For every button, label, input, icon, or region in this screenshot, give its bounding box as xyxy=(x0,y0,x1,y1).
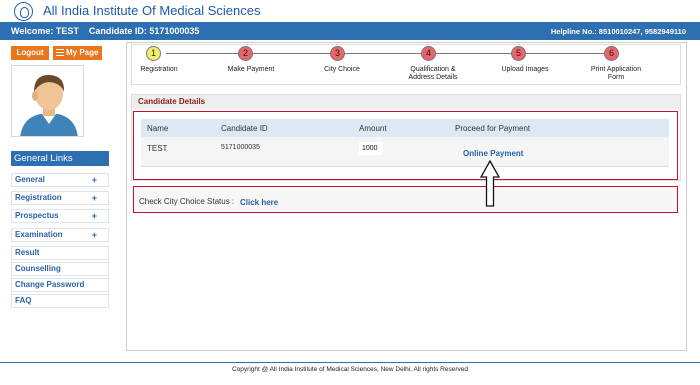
up-arrow-icon xyxy=(480,160,500,207)
step-3-circle: 3 xyxy=(330,46,345,61)
step-6-circle: 6 xyxy=(604,46,619,61)
sidebar-item-result[interactable]: Result xyxy=(11,246,109,260)
column-header-amount: Amount xyxy=(359,124,387,133)
city-choice-status-label: Check City Choice Status : xyxy=(139,197,235,206)
step-4-circle: 4 xyxy=(421,46,436,61)
sidebar-item-label: Examination xyxy=(15,230,63,239)
online-payment-link[interactable]: Online Payment xyxy=(463,149,523,158)
step-2-circle: 2 xyxy=(238,46,253,61)
aiims-logo-icon xyxy=(14,2,33,21)
sidebar-item-label: Counselling xyxy=(15,264,61,273)
sidebar-item-change-password[interactable]: Change Password xyxy=(11,278,109,292)
my-page-label: My Page xyxy=(66,48,99,57)
step-5-label: Upload Images xyxy=(501,66,549,73)
site-header: All India Institute Of Medical Sciences xyxy=(0,0,700,22)
step-4-label: Qualification & Address Details xyxy=(408,66,458,81)
candidate-id-value: 5171000035 xyxy=(221,144,260,151)
step-6-label: Print Application Form xyxy=(590,66,642,81)
step-5-circle: 5 xyxy=(511,46,526,61)
sidebar-item-faq[interactable]: FAQ xyxy=(11,294,109,308)
sidebar-item-registration[interactable]: Registration + xyxy=(11,191,109,205)
sidebar-item-label: Registration xyxy=(15,193,62,202)
sidebar-item-label: General xyxy=(15,175,45,184)
welcome-text: Welcome: TEST Candidate ID: 5171000035 xyxy=(11,26,200,36)
welcome-bar: Welcome: TEST Candidate ID: 5171000035 H… xyxy=(0,22,700,40)
step-1-circle: 1 xyxy=(146,46,161,61)
column-header-candidate-id: Candidate ID xyxy=(221,124,268,133)
plus-icon[interactable]: + xyxy=(92,174,97,186)
user-avatar-icon xyxy=(12,66,83,136)
plus-icon[interactable]: + xyxy=(92,210,97,222)
step-3-label: City Choice xyxy=(324,66,360,73)
sidebar-item-counselling[interactable]: Counselling xyxy=(11,262,109,276)
sidebar-item-general[interactable]: General + xyxy=(11,173,109,187)
table-row: TEST 5171000035 xyxy=(141,137,669,167)
sidebar-item-label: Prospectus xyxy=(15,211,59,220)
candidate-details-title: Candidate Details xyxy=(132,95,680,109)
candidate-name: TEST xyxy=(147,144,168,153)
general-links-header: General Links xyxy=(11,151,109,166)
site-title: All India Institute Of Medical Sciences xyxy=(43,3,261,18)
step-1-label: Registration xyxy=(140,66,178,73)
menu-lines-icon xyxy=(56,49,64,56)
step-2-label: Make Payment xyxy=(227,66,275,73)
sidebar-item-label: Result xyxy=(15,248,40,257)
sidebar-item-examination[interactable]: Examination + xyxy=(11,228,109,242)
plus-icon[interactable]: + xyxy=(92,229,97,241)
helpline-text: Helpline No.: 8510010247, 9582949110 xyxy=(550,27,686,36)
steps-connector-line xyxy=(166,53,612,54)
sidebar-item-label: Change Password xyxy=(15,280,85,289)
footer-copyright: Copyright @ All India Institute of Medic… xyxy=(231,366,468,373)
sidebar-item-label: FAQ xyxy=(15,296,32,305)
avatar xyxy=(11,65,84,137)
plus-icon[interactable]: + xyxy=(92,192,97,204)
footer-divider xyxy=(0,362,700,363)
logout-button[interactable]: Logout xyxy=(11,46,49,60)
column-header-name: Name xyxy=(147,124,169,133)
city-choice-click-here-link[interactable]: Click here xyxy=(240,198,278,207)
my-page-button[interactable]: My Page xyxy=(53,46,102,60)
column-header-proceed-for-payment: Proceed for Payment xyxy=(455,124,531,133)
amount-value: 1000 xyxy=(359,142,383,155)
table-header: Name Candidate ID Amount Proceed for Pay… xyxy=(141,119,669,137)
sidebar-item-prospectus[interactable]: Prospectus + xyxy=(11,209,109,223)
